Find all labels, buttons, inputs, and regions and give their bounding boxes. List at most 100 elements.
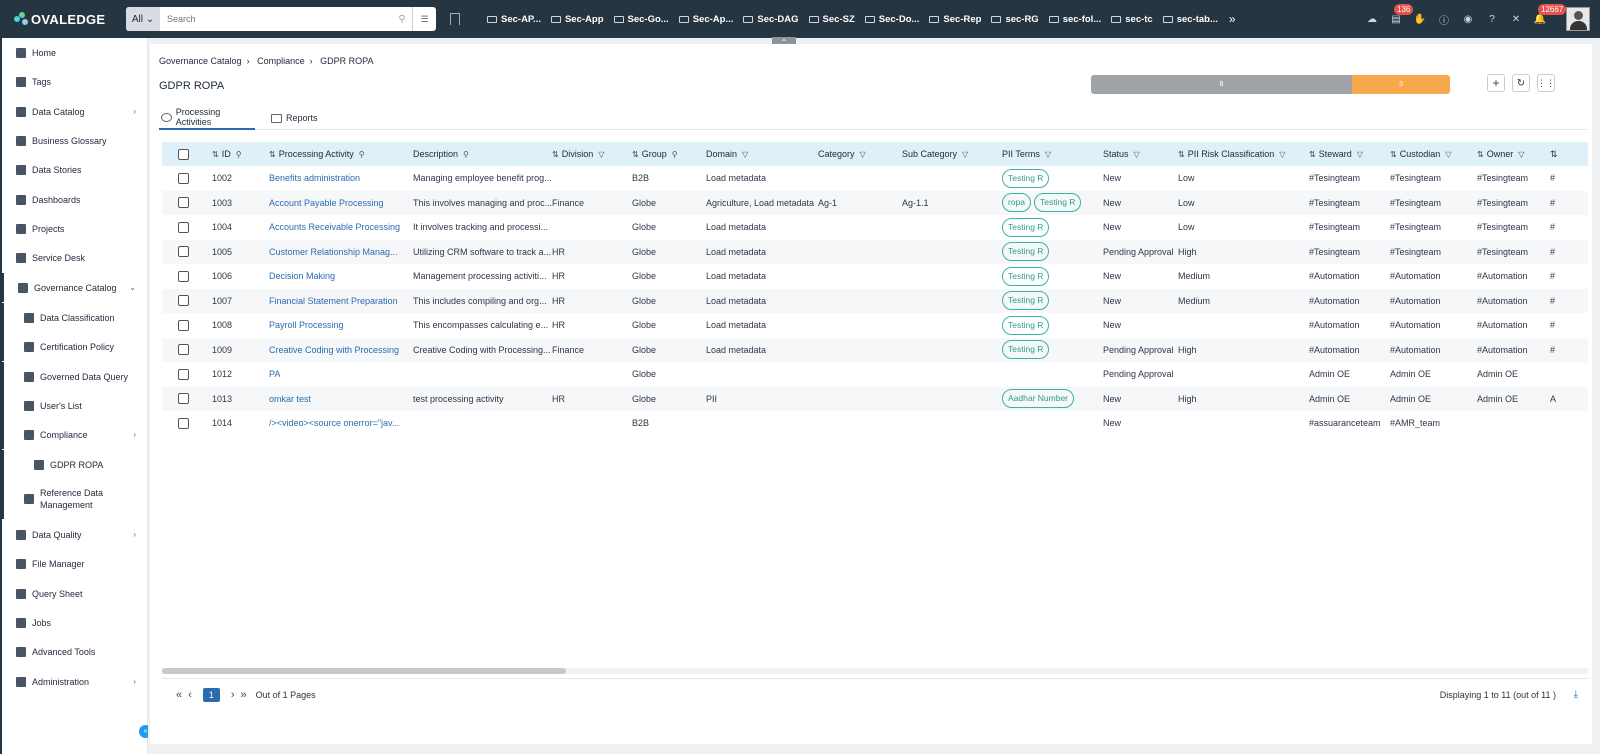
cloud-icon[interactable]: ☁ [1362, 9, 1382, 29]
row-checkbox-cell[interactable] [178, 264, 189, 289]
checkbox[interactable] [178, 368, 189, 380]
pii-term-tag[interactable]: Testing R [1002, 242, 1050, 262]
filter-icon[interactable]: ▽ [598, 150, 604, 159]
bookmark-folder[interactable]: Sec-DAG [738, 14, 803, 25]
filter-icon[interactable]: ▽ [1045, 150, 1051, 159]
checkbox[interactable] [178, 172, 189, 184]
filter-icon[interactable]: ▽ [742, 150, 748, 159]
column-header-pii-terms[interactable]: PII Terms ▽ [1002, 142, 1051, 166]
cell-activity[interactable]: Account Payable Processing [269, 191, 384, 216]
help-icon[interactable]: ? [1482, 9, 1502, 29]
avatar[interactable] [1566, 7, 1590, 31]
search-icon[interactable]: ⚲ [236, 150, 242, 159]
filter-icon[interactable]: ▽ [1518, 150, 1524, 159]
filter-icon[interactable]: ▽ [1357, 150, 1363, 159]
table-row[interactable]: 1012 PA Globe Pending Approval Admin OE Admin… [162, 362, 1588, 387]
row-checkbox-cell[interactable] [178, 338, 189, 363]
next-page-button[interactable]: › [231, 689, 235, 701]
pii-term-tag[interactable]: Testing R [1002, 340, 1050, 360]
sort-icon[interactable]: ⇅ [212, 150, 219, 159]
sort-icon[interactable]: ⇅ [269, 150, 276, 159]
row-checkbox-cell[interactable] [178, 215, 189, 240]
sidebar-item-governance-catalog[interactable]: Governance Catalog ⌄ [2, 273, 148, 302]
sidebar-item-data-quality[interactable]: Data Quality › [2, 520, 148, 549]
bell-icon[interactable]: 🔔 12667 [1530, 4, 1567, 29]
cell-activity[interactable]: Creative Coding with Processing [269, 338, 399, 363]
sidebar-item-business-glossary[interactable]: Business Glossary [2, 126, 148, 155]
table-row[interactable]: 1014 /><video><source onerror="jav... B2B N… [162, 411, 1588, 436]
row-checkbox-cell[interactable] [178, 166, 189, 191]
checkbox[interactable] [178, 197, 189, 209]
checkbox[interactable] [178, 148, 189, 160]
pii-term-tag[interactable]: Testing R [1002, 168, 1050, 188]
checkbox[interactable] [178, 295, 189, 307]
pii-term-tag[interactable]: ropa [1002, 193, 1032, 213]
checkbox[interactable] [178, 393, 189, 405]
first-page-button[interactable]: « [176, 689, 182, 701]
checkbox[interactable] [178, 417, 189, 429]
table-row[interactable]: 1007 Financial Statement Preparation This … [162, 288, 1588, 314]
checkbox[interactable] [178, 246, 189, 258]
column-header-category[interactable]: Category ▽ [818, 142, 866, 166]
bookmark-folder[interactable]: sec-tab... [1158, 14, 1223, 25]
bookmark-icon[interactable] [450, 13, 460, 25]
sidebar-item-file-manager[interactable]: File Manager [2, 549, 148, 578]
table-row[interactable]: 1013 omkar test test processing activity HR… [162, 386, 1588, 412]
row-checkbox-cell[interactable] [178, 387, 189, 412]
cell-activity[interactable]: Decision Making [269, 264, 335, 289]
cell-activity[interactable]: Customer Relationship Manag... [269, 240, 398, 265]
grid-menu-button[interactable]: ⋮⋮ [1537, 74, 1555, 92]
sidebar-item-data-catalog[interactable]: Data Catalog › [2, 97, 148, 126]
pii-term-tag[interactable]: Testing R [1002, 291, 1050, 311]
sidebar-item-jobs[interactable]: Jobs [2, 608, 148, 637]
column-header-pii-risk-classification[interactable]: ⇅ PII Risk Classification ▽ [1178, 142, 1285, 166]
table-row[interactable]: 1006 Decision Making Management processing… [162, 264, 1588, 289]
sidebar-item-query-sheet[interactable]: Query Sheet [2, 579, 148, 608]
sidebar-item-compliance[interactable]: Compliance › [2, 420, 148, 449]
sidebar-item-projects[interactable]: Projects [2, 214, 148, 243]
table-row[interactable]: 1005 Customer Relationship Manag... Utiliz… [162, 239, 1588, 265]
bookmark-folder[interactable]: Sec-Ap... [674, 14, 739, 25]
sort-icon[interactable]: ⇅ [1178, 150, 1185, 159]
column-header-sub-category[interactable]: Sub Category ▽ [902, 142, 968, 166]
checkbox[interactable] [178, 319, 189, 331]
table-row[interactable]: 1009 Creative Coding with Processing Creat… [162, 337, 1588, 363]
sidebar-item-advanced-tools[interactable]: Advanced Tools [2, 637, 148, 666]
bookmark-folder[interactable]: Sec-Do... [860, 14, 925, 25]
sort-icon[interactable]: ⇅ [1390, 150, 1397, 159]
tab-reports[interactable]: Reports [271, 106, 331, 130]
cell-activity[interactable]: omkar test [269, 387, 311, 412]
sidebar-item-certification-policy[interactable]: Certification Policy [2, 332, 148, 361]
column-header-status[interactable]: Status ▽ [1103, 142, 1140, 166]
cell-activity[interactable]: Financial Statement Preparation [269, 289, 398, 314]
bookmark-folder[interactable]: sec-fol... [1044, 14, 1107, 25]
download-icon[interactable]: ⤓ [1574, 689, 1578, 700]
row-checkbox-cell[interactable] [178, 191, 189, 216]
search-icon[interactable]: ⚲ [392, 14, 412, 25]
select-all-checkbox[interactable] [178, 142, 189, 166]
chrome-icon[interactable]: ◉ [1458, 9, 1478, 29]
pii-term-tag[interactable]: Aadhar Number [1002, 389, 1075, 409]
status-bar[interactable]: 8 3 [1091, 75, 1450, 94]
cell-activity[interactable]: /><video><source onerror="jav... [269, 411, 399, 436]
column-header-group[interactable]: ⇅ Group ⚲ [632, 142, 678, 166]
sidebar-item-data-stories[interactable]: Data Stories [2, 155, 148, 184]
bookmark-folder[interactable]: Sec-Go... [609, 14, 674, 25]
info-icon[interactable]: ⓘ [1434, 9, 1454, 29]
sort-icon[interactable]: ⇅ [552, 150, 559, 159]
table-row[interactable]: 1003 Account Payable Processing This invol… [162, 190, 1588, 216]
pii-term-tag[interactable]: Testing R [1002, 315, 1050, 335]
search-icon[interactable]: ⚲ [463, 150, 469, 159]
tab-processing-activities[interactable]: Processing Activities [159, 106, 255, 130]
filter-icon[interactable]: ▽ [962, 150, 968, 159]
bookmark-folder[interactable]: Sec-SZ [804, 14, 860, 25]
row-checkbox-cell[interactable] [178, 411, 189, 436]
search-input[interactable] [160, 7, 392, 31]
sidebar-item-reference-data-management[interactable]: Reference Data Management [2, 479, 148, 519]
pii-term-tag[interactable]: Testing R [1002, 217, 1050, 237]
table-row[interactable]: 1002 Benefits administration Managing empl… [162, 166, 1588, 191]
search-icon[interactable]: ⚲ [359, 150, 365, 159]
sidebar-item-gdpr-ropa[interactable]: GDPR ROPA [2, 450, 148, 479]
row-checkbox-cell[interactable] [178, 362, 189, 387]
bookmark-folder[interactable]: sec-tc [1106, 14, 1157, 25]
